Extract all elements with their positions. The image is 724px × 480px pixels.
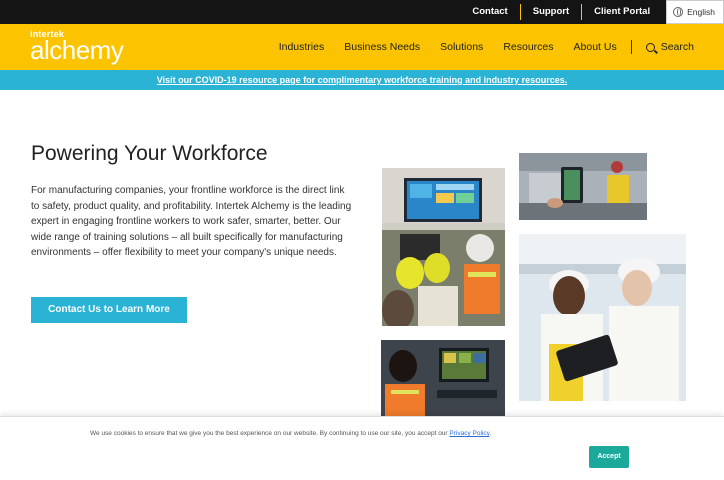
nav-divider bbox=[630, 40, 632, 54]
training-room-photo bbox=[382, 168, 505, 326]
hero-title: Powering Your Workforce bbox=[31, 142, 268, 165]
computer-training-photo bbox=[381, 340, 505, 416]
globe-icon bbox=[673, 7, 684, 17]
privacy-policy-link[interactable]: Privacy Policy bbox=[449, 430, 489, 437]
search-icon bbox=[645, 42, 655, 52]
accept-cookies-button[interactable]: Accept bbox=[589, 446, 629, 468]
intertek-alchemy-logo[interactable]: intertek alchemy bbox=[30, 29, 124, 65]
contact-us-button[interactable]: Contact Us to Learn More bbox=[31, 297, 187, 323]
support-link[interactable]: Support bbox=[519, 4, 581, 20]
language-selector[interactable]: English bbox=[666, 0, 724, 24]
language-label: English bbox=[687, 7, 715, 17]
nav-resources[interactable]: Resources bbox=[503, 41, 553, 53]
cookie-text-end: . bbox=[489, 430, 492, 437]
search-button[interactable]: Search bbox=[645, 41, 694, 53]
nav-business-needs[interactable]: Business Needs bbox=[344, 41, 420, 53]
search-label: Search bbox=[660, 41, 694, 53]
logo-alchemy-text: alchemy bbox=[30, 35, 124, 65]
hero-description: For manufacturing companies, your frontl… bbox=[31, 185, 352, 259]
main-nav: Industries Business Needs Solutions Reso… bbox=[259, 24, 694, 70]
utility-bar: Contact Support Client Portal English bbox=[0, 0, 724, 24]
tablet-worker-photo bbox=[519, 153, 647, 220]
main-header: intertek alchemy Industries Business Nee… bbox=[0, 24, 724, 70]
cookie-consent-bar: We use cookies to ensure that we give yo… bbox=[0, 416, 724, 480]
covid-resource-link[interactable]: Visit our COVID-19 resource page for com… bbox=[157, 75, 567, 85]
nav-about-us[interactable]: About Us bbox=[574, 41, 617, 53]
cookie-text: We use cookies to ensure that we give yo… bbox=[90, 430, 450, 437]
nav-industries[interactable]: Industries bbox=[279, 41, 325, 53]
cookie-message: We use cookies to ensure that we give yo… bbox=[90, 430, 491, 437]
covid-banner: Visit our COVID-19 resource page for com… bbox=[0, 70, 724, 90]
contact-link[interactable]: Contact bbox=[460, 4, 519, 20]
food-workers-photo bbox=[519, 234, 686, 401]
client-portal-link[interactable]: Client Portal bbox=[581, 4, 662, 20]
nav-solutions[interactable]: Solutions bbox=[440, 41, 483, 53]
